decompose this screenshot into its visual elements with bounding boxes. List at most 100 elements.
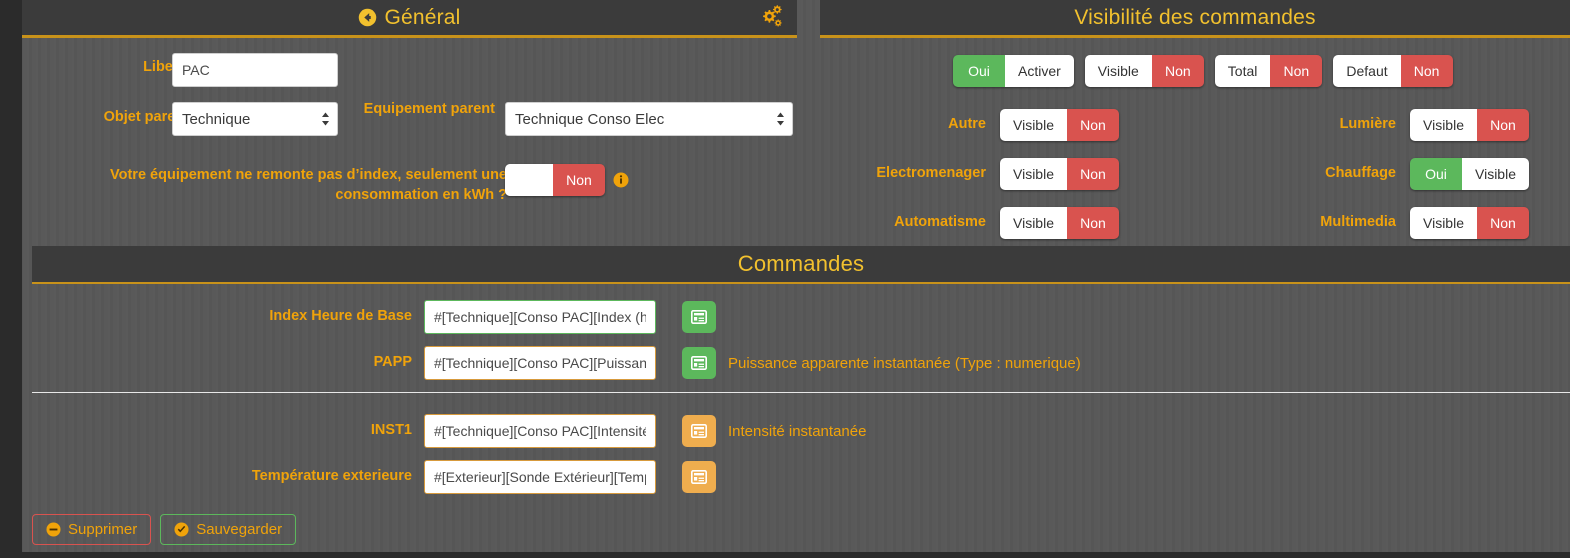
visibility-row-electromenager: Electromenager Visible Non [820, 149, 1160, 198]
list-alt-icon [691, 470, 707, 484]
visibility-row-autre: Autre Visible Non [820, 100, 1160, 149]
visibility-toggle-visible[interactable]: Visible Non [1084, 55, 1204, 87]
objet-parent-select[interactable]: Technique [172, 102, 338, 136]
left-gutter [0, 0, 22, 558]
visibility-toggle-lumière[interactable]: Visible Non [1410, 108, 1529, 141]
visibility-row-label: Multimedia [1320, 213, 1396, 230]
check-circle-icon [174, 522, 189, 537]
visibility-toggle-activer-right[interactable]: Activer [1005, 55, 1074, 87]
list-alt-icon [691, 356, 707, 370]
visibility-toggle-electromenager-left[interactable]: Visible [1000, 157, 1067, 190]
index-toggle[interactable]: Non [505, 164, 605, 196]
visibility-toggle-defaut-left[interactable]: Defaut [1333, 55, 1401, 87]
visibility-toggle-electromenager-right[interactable]: Non [1067, 157, 1119, 190]
cogs-icon[interactable] [757, 3, 785, 31]
commande-label: INST1 [370, 422, 412, 439]
delete-button-label: Supprimer [68, 521, 138, 538]
delete-button[interactable]: Supprimer [32, 514, 152, 545]
visibility-row-label: Lumière [1339, 115, 1396, 132]
equipement-parent-label: Equipement parent [363, 101, 495, 117]
visibility-toggle-defaut-right[interactable]: Non [1400, 55, 1453, 87]
visibility-toggle-total[interactable]: Total Non [1214, 55, 1323, 87]
visibility-row-chauffage: Chauffage Oui Visible [1200, 149, 1570, 198]
visibility-row-label: Electromenager [876, 164, 986, 181]
index-toggle-wrap: Non [505, 164, 629, 196]
commande-row: Température exterieure [192, 460, 716, 494]
visibility-toggle-chauffage[interactable]: Oui Visible [1410, 157, 1529, 190]
visibility-toggle-automatisme-left[interactable]: Visible [1000, 206, 1067, 239]
commandes-panel-header: Commandes [32, 246, 1570, 284]
commande-label: Température exterieure [251, 468, 412, 485]
commande-select-button[interactable] [682, 461, 716, 493]
commande-input[interactable] [424, 300, 656, 334]
equipement-parent-select-wrap: Technique Conso Elec [505, 102, 793, 136]
visibility-toggle-automatisme-right[interactable]: Non [1067, 206, 1119, 239]
visibility-toggle-autre-left[interactable]: Visible [1000, 108, 1067, 141]
visibility-toggle-total-left[interactable]: Total [1214, 55, 1271, 87]
index-toggle-right[interactable]: Non [553, 164, 605, 196]
visibility-toggle-automatisme[interactable]: Visible Non [1000, 206, 1119, 239]
visibility-row-automatisme: Automatisme Visible Non [820, 198, 1160, 247]
minus-circle-icon [46, 522, 61, 537]
commandes-panel-body: Index Heure de Base PAPP Puissance apparen… [32, 286, 1570, 516]
visibility-toggle-autre[interactable]: Visible Non [1000, 108, 1119, 141]
commande-row: Index Heure de Base [192, 300, 716, 334]
commande-label: Index Heure de Base [269, 308, 412, 325]
visibility-toggle-multimedia[interactable]: Visible Non [1410, 206, 1529, 239]
commande-select-button[interactable] [682, 301, 716, 333]
general-panel-body: Libelle Objet parent Technique Equipemen… [22, 38, 797, 238]
objet-parent-select-wrap: Technique [172, 102, 338, 136]
objet-parent-label: Objet parent [103, 109, 189, 125]
commande-description: Puissance apparente instantanée (Type : … [728, 354, 1081, 372]
general-panel-title-wrap: Général [358, 6, 460, 30]
visibility-row-lumière: Lumière Visible Non [1200, 100, 1570, 149]
visibility-toggle-multimedia-right[interactable]: Non [1477, 206, 1529, 239]
visibility-toggle-defaut[interactable]: Defaut Non [1333, 55, 1453, 87]
commande-label: PAPP [373, 354, 412, 371]
visibility-toggle-chauffage-left[interactable]: Oui [1410, 157, 1462, 190]
visibility-toggle-autre-right[interactable]: Non [1067, 108, 1119, 141]
circle-left-arrow-icon[interactable] [358, 8, 377, 27]
visibility-toggle-activer[interactable]: Oui Activer [953, 55, 1074, 87]
visibility-toggle-activer-left[interactable]: Oui [953, 55, 1005, 87]
visibility-toggle-lumière-right[interactable]: Non [1477, 108, 1529, 141]
save-button-label: Sauvegarder [196, 521, 283, 538]
commande-select-button[interactable] [682, 415, 716, 447]
visibility-toggle-total-right[interactable]: Non [1270, 55, 1323, 87]
general-panel-title: Général [384, 5, 461, 29]
commande-row: INST1 Intensité instantanée [192, 414, 866, 448]
visibility-row-label: Chauffage [1325, 164, 1396, 181]
commandes-panel-title: Commandes [737, 251, 865, 276]
bottom-gutter [0, 552, 1570, 558]
visibility-left-column: Autre Visible Non Electromenager Visible Non A… [820, 100, 1160, 247]
commandes-divider [32, 392, 1570, 393]
commande-input[interactable] [424, 414, 656, 448]
visibility-panel-title: Visibilité des commandes [1074, 5, 1316, 29]
footer-actions: Supprimer Sauvegarder [32, 514, 297, 545]
libelle-input[interactable] [172, 53, 338, 87]
visibility-toggle-visible-left[interactable]: Visible [1084, 55, 1152, 87]
visibility-row-label: Automatisme [894, 213, 986, 230]
visibility-row-multimedia: Multimedia Visible Non [1200, 198, 1570, 247]
visibility-panel-body: Oui Activer Visible Non Total Non Defaut Non Au… [820, 38, 1570, 239]
general-panel-header: Général [22, 0, 797, 38]
info-circle-icon[interactable] [613, 172, 629, 188]
commande-input[interactable] [424, 460, 656, 494]
commande-row: PAPP Puissance apparente instantanée (Typ… [192, 346, 1081, 380]
visibility-row-label: Autre [948, 115, 986, 132]
commande-description: Intensité instantanée [728, 422, 867, 440]
visibility-panel-header: Visibilité des commandes [820, 0, 1570, 38]
commande-input[interactable] [424, 346, 656, 380]
list-alt-icon [691, 310, 707, 324]
visibility-toggle-visible-right[interactable]: Non [1151, 55, 1204, 87]
save-button[interactable]: Sauvegarder [160, 514, 297, 545]
visibility-toggle-chauffage-right[interactable]: Visible [1462, 157, 1529, 190]
equipement-parent-select[interactable]: Technique Conso Elec [505, 102, 793, 136]
index-question-label: Votre équipement ne remonte pas d’index,… [110, 167, 507, 203]
visibility-toggle-multimedia-left[interactable]: Visible [1410, 206, 1477, 239]
index-toggle-left[interactable] [505, 164, 553, 196]
visibility-toggle-electromenager[interactable]: Visible Non [1000, 157, 1119, 190]
visibility-toggle-lumière-left[interactable]: Visible [1410, 108, 1477, 141]
commande-select-button[interactable] [682, 347, 716, 379]
visibility-right-column: Lumière Visible Non Chauffage Oui Visible Mult… [1200, 100, 1570, 247]
